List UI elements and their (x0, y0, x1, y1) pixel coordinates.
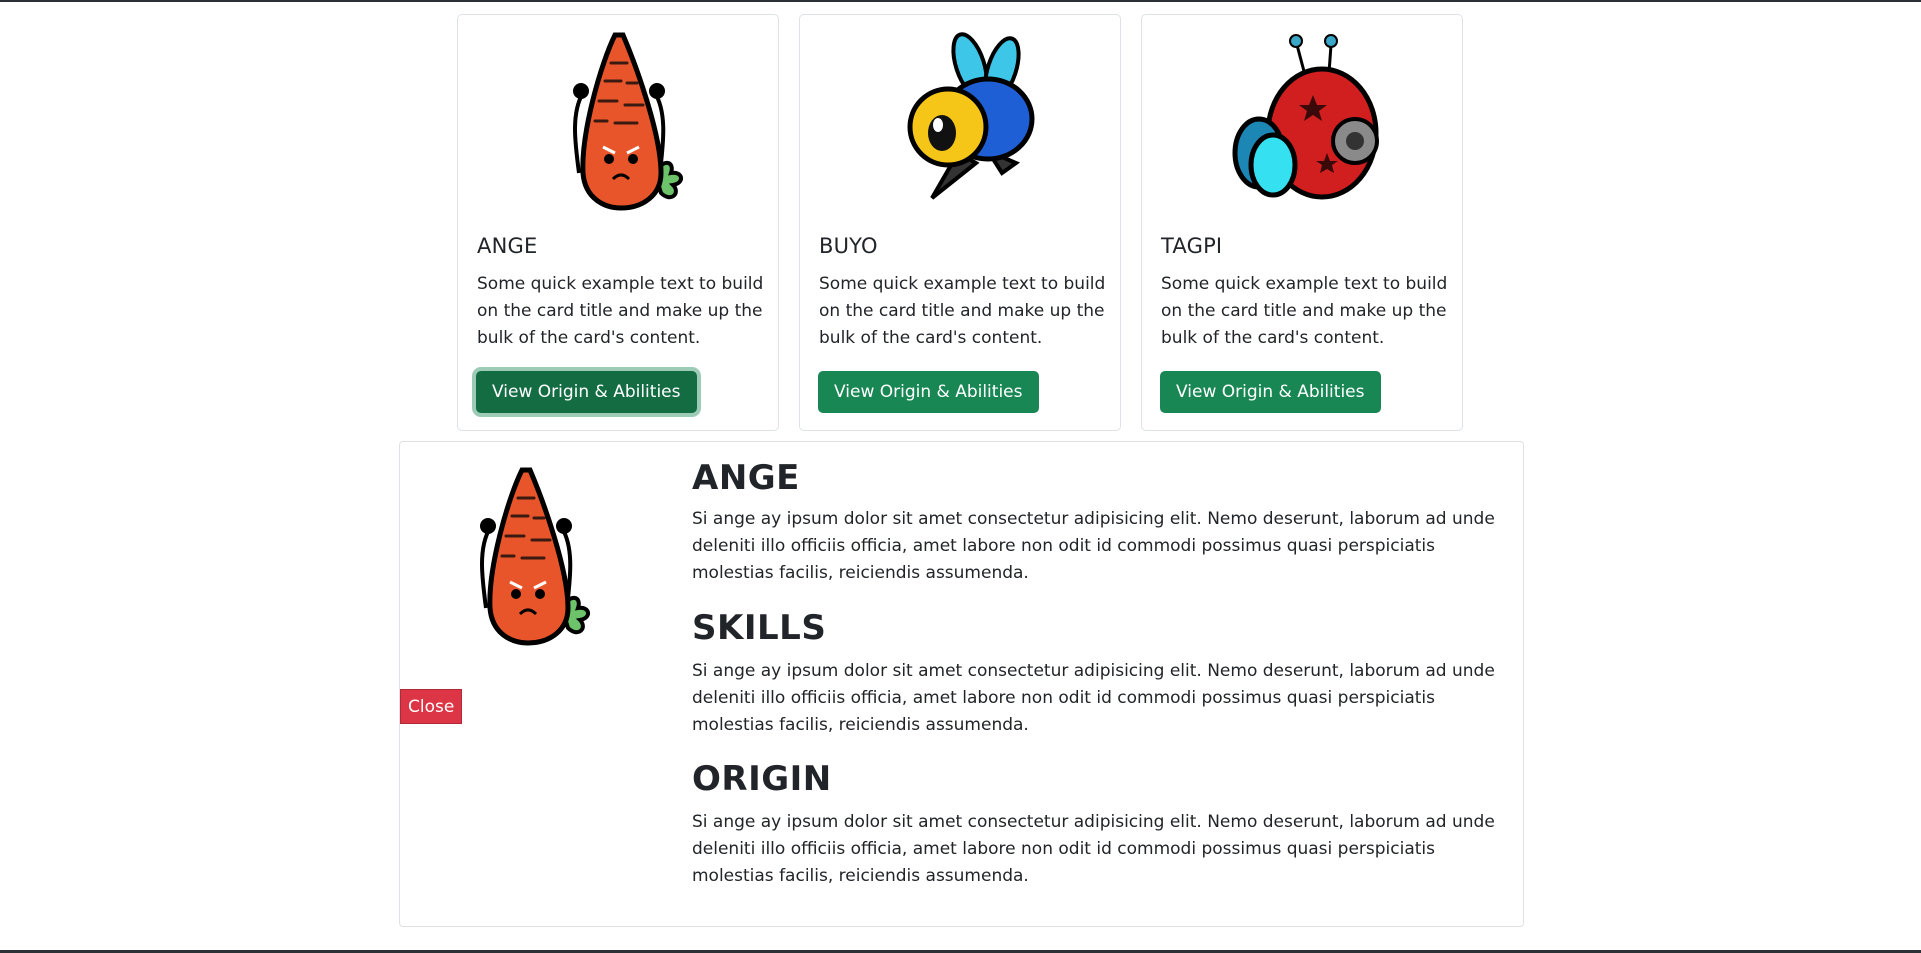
card-title: BUYO (819, 234, 878, 258)
carrot-icon (573, 32, 683, 211)
detail-name-text: Si ange ay ipsum dolor sit amet consecte… (692, 509, 1495, 583)
carrot-icon (480, 467, 590, 646)
card-image (458, 15, 778, 220)
card-text: Some quick example text to build on the … (819, 274, 1106, 348)
detail-image (430, 458, 620, 648)
card-image (800, 15, 1120, 220)
ladybug-icon (1232, 33, 1379, 199)
view-origin-abilities-button[interactable]: View Origin & Abilities (476, 371, 697, 413)
card-image (1142, 15, 1462, 220)
skills-heading: SKILLS (692, 608, 827, 648)
close-button[interactable]: Close (400, 689, 463, 724)
bee-icon (907, 31, 1035, 200)
view-origin-abilities-button[interactable]: View Origin & Abilities (818, 371, 1039, 413)
character-card-ange: ANGE Some quick example text to build on… (457, 14, 779, 431)
card-text: Some quick example text to build on the … (477, 274, 764, 348)
detail-name-heading: ANGE (692, 458, 800, 498)
origin-heading: ORIGIN (692, 759, 832, 799)
card-text: Some quick example text to build on the … (1161, 274, 1448, 348)
character-card-tagpi: TAGPI Some quick example text to build o… (1141, 14, 1463, 431)
character-detail-panel: Close ANGE Si ange ay ipsum dolor sit am… (399, 441, 1524, 927)
origin-text: Si ange ay ipsum dolor sit amet consecte… (692, 812, 1495, 886)
card-title: TAGPI (1161, 234, 1223, 258)
view-origin-abilities-button[interactable]: View Origin & Abilities (1160, 371, 1381, 413)
card-title: ANGE (477, 234, 538, 258)
skills-text: Si ange ay ipsum dolor sit amet consecte… (692, 661, 1495, 735)
page-frame: ANGE Some quick example text to build on… (0, 0, 1921, 953)
character-card-buyo: BUYO Some quick example text to build on… (799, 14, 1121, 431)
